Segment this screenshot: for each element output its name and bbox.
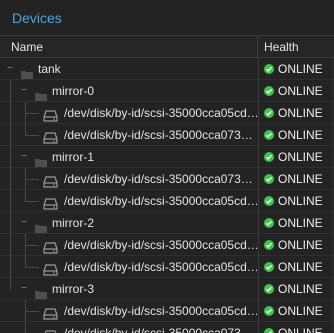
status-text: ONLINE [278, 216, 323, 230]
tree-row-disk[interactable]: /dev/disk/by-id/scsi-35000cca05cd3d... O… [0, 256, 334, 278]
health-cell: ONLINE [258, 234, 334, 256]
disk-name: /dev/disk/by-id/scsi-35000cca05cd3d... [64, 260, 257, 274]
collapse-toggle-icon[interactable]: − [20, 85, 28, 97]
health-cell: ONLINE [258, 300, 334, 322]
tree-row-mirror[interactable]: − mirror-2 ONLINE [0, 212, 334, 234]
health-cell: ONLINE [258, 124, 334, 146]
column-resize-handle[interactable] [257, 36, 258, 58]
folder-icon [35, 218, 47, 233]
disk-name: /dev/disk/by-id/scsi-35000cca05cd45... [64, 194, 257, 208]
collapse-toggle-icon[interactable]: − [20, 217, 28, 229]
pool-name: tank [38, 62, 61, 76]
mirror-name: mirror-0 [52, 84, 94, 98]
check-circle-icon [264, 240, 274, 250]
status-text: ONLINE [278, 62, 323, 76]
disk-name: /dev/disk/by-id/scsi-35000cca0731bb... [64, 172, 257, 186]
health-cell: ONLINE [258, 278, 334, 300]
mirror-name: mirror-2 [52, 216, 94, 230]
disk-name: /dev/disk/by-id/scsi-35000cca05cd20... [64, 238, 257, 252]
check-circle-icon [264, 86, 274, 96]
check-circle-icon [264, 218, 274, 228]
status-text: ONLINE [278, 106, 323, 120]
tree-row-disk[interactable]: /dev/disk/by-id/scsi-35000cca05cd45... O… [0, 190, 334, 212]
check-circle-icon [264, 64, 274, 74]
mirror-name: mirror-1 [52, 150, 94, 164]
folder-icon [35, 284, 47, 299]
folder-icon [35, 152, 47, 167]
tree-row-mirror[interactable]: − mirror-1 ONLINE [0, 146, 334, 168]
check-circle-icon [264, 108, 274, 118]
device-tree: − tank ONLINE − mirror-0 ONLINE /dev/dis… [0, 58, 334, 333]
status-text: ONLINE [278, 304, 323, 318]
tree-row-disk[interactable]: /dev/disk/by-id/scsi-35000cca05cd20... O… [0, 234, 334, 256]
check-circle-icon [264, 174, 274, 184]
hard-drive-icon [43, 239, 58, 254]
disk-name: /dev/disk/by-id/scsi-35000cca073205... [64, 326, 257, 333]
health-cell: ONLINE [258, 322, 334, 333]
tree-row-disk[interactable]: /dev/disk/by-id/scsi-35000cca073205... O… [0, 322, 334, 333]
panel-title: Devices [0, 0, 334, 36]
check-circle-icon [264, 196, 274, 206]
hard-drive-icon [43, 327, 58, 333]
disk-name: /dev/disk/by-id/scsi-35000cca05cd04... [64, 106, 257, 120]
hard-drive-icon [43, 173, 58, 188]
health-cell: ONLINE [258, 58, 334, 80]
collapse-toggle-icon[interactable]: − [20, 151, 28, 163]
hard-drive-icon [43, 107, 58, 122]
collapse-toggle-icon[interactable]: − [6, 63, 14, 75]
tree-row-disk[interactable]: /dev/disk/by-id/scsi-35000cca0731c9... O… [0, 124, 334, 146]
health-cell: ONLINE [258, 212, 334, 234]
health-cell: ONLINE [258, 102, 334, 124]
health-cell: ONLINE [258, 256, 334, 278]
tree-row-disk[interactable]: /dev/disk/by-id/scsi-35000cca0731bb... O… [0, 168, 334, 190]
disk-name: /dev/disk/by-id/scsi-35000cca0731c9... [64, 128, 257, 142]
health-cell: ONLINE [258, 190, 334, 212]
check-circle-icon [264, 284, 274, 294]
tree-row-mirror[interactable]: − mirror-3 ONLINE [0, 278, 334, 300]
check-circle-icon [264, 328, 274, 333]
devices-panel: Devices Name Health − tank ONLINE − mirr… [0, 0, 334, 333]
check-circle-icon [264, 130, 274, 140]
hard-drive-icon [43, 129, 58, 144]
column-header-name[interactable]: Name [11, 36, 43, 58]
tree-row-mirror[interactable]: − mirror-0 ONLINE [0, 80, 334, 102]
health-cell: ONLINE [258, 168, 334, 190]
status-text: ONLINE [278, 172, 323, 186]
column-header-health[interactable]: Health [264, 36, 299, 58]
tree-row-pool[interactable]: − tank ONLINE [0, 58, 334, 80]
status-text: ONLINE [278, 150, 323, 164]
hard-drive-icon [43, 305, 58, 320]
status-text: ONLINE [278, 238, 323, 252]
check-circle-icon [264, 152, 274, 162]
folder-icon [21, 64, 33, 79]
health-cell: ONLINE [258, 146, 334, 168]
mirror-name: mirror-3 [52, 282, 94, 296]
check-circle-icon [264, 306, 274, 316]
hard-drive-icon [43, 195, 58, 210]
status-text: ONLINE [278, 260, 323, 274]
status-text: ONLINE [278, 194, 323, 208]
disk-name: /dev/disk/by-id/scsi-35000cca05cd3a... [64, 304, 257, 318]
status-text: ONLINE [278, 128, 323, 142]
folder-icon [35, 86, 47, 101]
column-headers: Name Health [0, 36, 334, 58]
status-text: ONLINE [278, 282, 323, 296]
hard-drive-icon [43, 261, 58, 276]
check-circle-icon [264, 262, 274, 272]
status-text: ONLINE [278, 84, 323, 98]
tree-row-disk[interactable]: /dev/disk/by-id/scsi-35000cca05cd3a... O… [0, 300, 334, 322]
health-cell: ONLINE [258, 80, 334, 102]
collapse-toggle-icon[interactable]: − [20, 283, 28, 295]
tree-row-disk[interactable]: /dev/disk/by-id/scsi-35000cca05cd04... O… [0, 102, 334, 124]
status-text: ONLINE [278, 326, 323, 333]
